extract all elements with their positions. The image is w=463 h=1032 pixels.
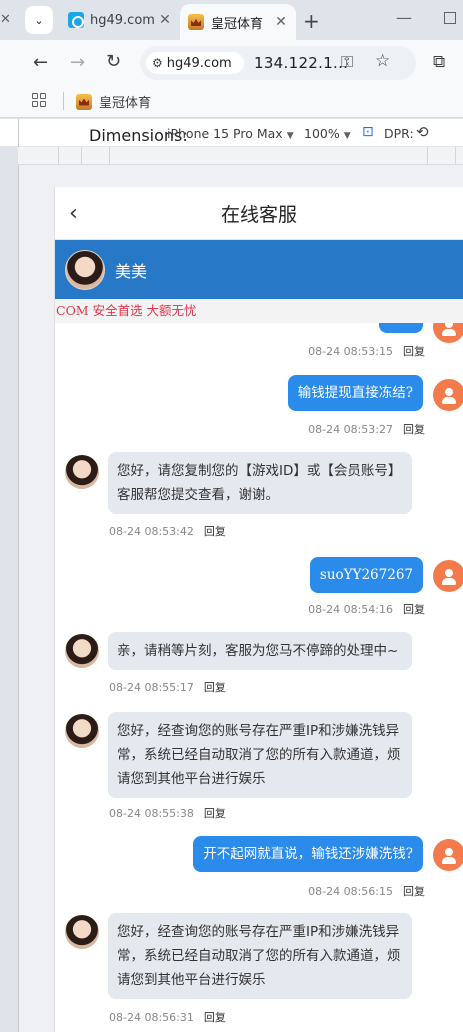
rotate-icon[interactable]: ⟲ [416, 123, 429, 141]
bookmark-item[interactable]: 皇冠体育 [76, 92, 151, 111]
message-bubble-agent: 您好，经查询您的账号存在严重IP和涉嫌洗钱异常，系统已经自动取消了您的所有入款通… [108, 913, 412, 999]
tab-title: hg49.com [90, 12, 155, 28]
site-favicon-icon [68, 12, 84, 28]
tab-scroll-left-icon[interactable]: ✕ [0, 12, 11, 27]
key-icon[interactable]: ⚿ [341, 52, 353, 72]
message-time: 08-24 08:56:15 [308, 885, 393, 898]
message-bubble-user: suoYY267267 [309, 557, 423, 593]
agent-avatar [65, 714, 99, 748]
zoom-select[interactable]: 100% ▼ [304, 126, 351, 141]
tab-strip: ✕ ⌄ hg49.com ✕ 皇冠体育 ✕ + — [0, 0, 463, 40]
agent-avatar [65, 915, 99, 949]
crown-favicon-icon [188, 14, 204, 30]
back-arrow-icon[interactable]: ← [33, 52, 48, 73]
apps-grid-icon[interactable] [32, 93, 46, 107]
tab-huangguan[interactable]: 皇冠体育 ✕ [180, 4, 296, 40]
url-text[interactable]: 134.122.1... [254, 54, 348, 72]
user-avatar-icon [433, 839, 463, 871]
caret-down-icon: ▼ [286, 131, 294, 141]
close-icon[interactable]: ✕ [156, 12, 174, 28]
new-tab-plus-icon[interactable]: + [303, 9, 320, 33]
message-time: 08-24 08:56:31 [109, 1011, 194, 1024]
screenshot-target-icon[interactable]: ⊡ [362, 124, 374, 140]
reply-link[interactable]: 回复 [204, 681, 226, 694]
message-meta: 08-24 08:53:15 回复 [308, 343, 425, 359]
agent-avatar [65, 634, 99, 668]
reply-link[interactable]: 回复 [403, 345, 425, 358]
reply-link[interactable]: 回复 [403, 603, 425, 616]
phone-viewport: ‹ 在线客服 美美 COM 安全首选 大额无忧 08-24 08:53:15 回复… [54, 187, 463, 1032]
bookmark-separator [63, 92, 64, 110]
bookmark-star-icon[interactable]: ☆ [375, 51, 390, 71]
message-time: 08-24 08:55:38 [109, 807, 194, 820]
forward-arrow-icon[interactable]: → [70, 52, 85, 73]
maximize-icon[interactable] [444, 12, 456, 24]
message-time: 08-24 08:53:15 [308, 345, 393, 358]
message-meta: 08-24 08:53:42 回复 [109, 523, 226, 539]
reply-link[interactable]: 回复 [204, 807, 226, 820]
media-query-ruler [18, 147, 463, 165]
tab-search-button[interactable]: ⌄ [25, 6, 53, 34]
reply-link[interactable]: 回复 [204, 1011, 226, 1024]
reply-link[interactable]: 回复 [403, 423, 425, 436]
reload-icon[interactable]: ↻ [106, 51, 121, 72]
message-meta: 08-24 08:53:27 回复 [308, 421, 425, 437]
message-bubble-agent: 您好，经查询您的账号存在严重IP和涉嫌洗钱异常，系统已经自动取消了您的所有入款通… [108, 712, 412, 798]
zoom-value: 100% [304, 126, 340, 141]
chevron-left-icon[interactable]: ‹ [69, 201, 78, 226]
page-title: 在线客服 [220, 203, 297, 226]
page-header: ‹ 在线客服 [55, 187, 463, 240]
user-avatar-icon [433, 323, 463, 343]
chevron-down-icon: ⌄ [34, 13, 44, 27]
device-select[interactable]: iPhone 15 Pro Max ▼ [167, 126, 294, 141]
device-name: iPhone 15 Pro Max [167, 126, 283, 141]
caret-down-icon: ▼ [343, 131, 351, 141]
message-time: 08-24 08:53:42 [109, 525, 194, 538]
message-bubble-agent: 亲，请稍等片刻，客服为您马不停蹄的处理中~ [108, 632, 412, 670]
reply-link[interactable]: 回复 [403, 885, 425, 898]
message-bubble-agent: 您好，请您复制您的【游戏ID】或【会员账号】客服帮您提交查看，谢谢。 [108, 452, 412, 514]
message-time: 08-24 08:54:16 [308, 603, 393, 616]
chat-history[interactable]: 08-24 08:53:15 回复 输钱提现直接冻结? 08-24 08:53:2… [55, 323, 463, 1032]
dpr-label: DPR: [384, 126, 414, 141]
tab-hg49[interactable]: hg49.com ✕ [62, 4, 180, 36]
user-avatar-icon [433, 560, 463, 592]
site-info-label: hg49.com [166, 55, 232, 71]
message-bubble-user: 输钱提现直接冻结? [287, 375, 423, 411]
agent-avatar [65, 249, 105, 290]
marquee-notice: COM 安全首选 大额无忧 [55, 299, 463, 323]
close-icon[interactable]: ✕ [272, 14, 290, 30]
tab-title: 皇冠体育 [211, 16, 264, 32]
extensions-puzzle-icon[interactable]: ⧉ [433, 52, 445, 72]
bookmarks-bar [0, 84, 463, 118]
message-time: 08-24 08:55:17 [109, 681, 194, 694]
message-bubble-user [379, 323, 423, 333]
agent-name: 美美 [115, 261, 148, 281]
message-meta: 08-24 08:55:38 回复 [109, 805, 226, 821]
site-info-chip[interactable]: ⚙ hg49.com [146, 52, 244, 74]
crown-favicon-icon [76, 93, 92, 110]
message-meta: 08-24 08:55:17 回复 [109, 679, 226, 695]
minimize-icon[interactable]: — [396, 8, 412, 27]
tune-icon: ⚙ [152, 56, 163, 70]
message-time: 08-24 08:53:27 [308, 423, 393, 436]
user-avatar-icon [433, 379, 463, 411]
message-meta: 08-24 08:56:15 回复 [308, 883, 425, 899]
bookmark-label: 皇冠体育 [99, 96, 152, 111]
message-meta: 08-24 08:56:31 回复 [109, 1009, 226, 1025]
message-bubble-user: 开不起网就直说，输钱还涉嫌洗钱? [193, 836, 423, 872]
message-meta: 08-24 08:54:16 回复 [308, 601, 425, 617]
agent-avatar [65, 455, 99, 489]
reply-link[interactable]: 回复 [204, 525, 226, 538]
agent-bar: 美美 [55, 240, 463, 299]
